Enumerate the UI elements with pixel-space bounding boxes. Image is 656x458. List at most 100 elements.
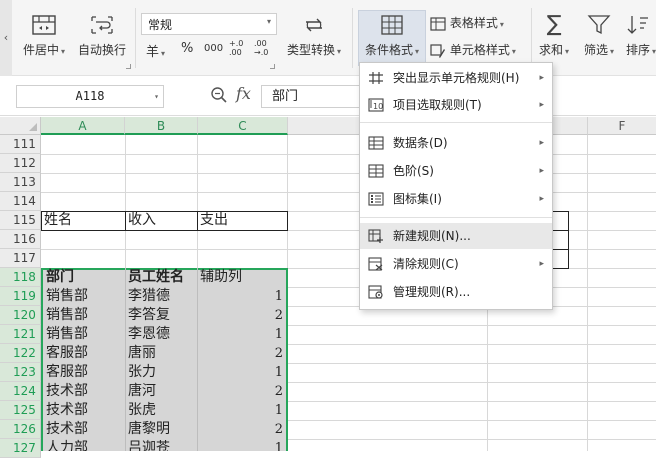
menu-item-color-scales[interactable]: 色阶(S) ▸ — [360, 158, 552, 184]
ribbon-scroll-left[interactable]: ‹ — [0, 0, 12, 76]
cell-b122[interactable]: 唐丽 — [125, 344, 197, 363]
merge-center-button[interactable]: 件居中 ▾ — [18, 14, 70, 58]
menu-item-new-rule[interactable]: 新建规则(N)... — [360, 223, 552, 249]
cell-b115[interactable]: 收入 — [125, 211, 197, 230]
row-header-122[interactable]: 122 — [0, 344, 41, 363]
cell-c126[interactable]: 2 — [197, 420, 286, 439]
menu-item-label: 色阶(S) — [393, 164, 434, 178]
ribbon-toolbar: ‹ 件居中 ▾ 自动换行 常规 ▾ 羊 ▾ % 000 +.0 .00 .00 →.… — [0, 0, 656, 76]
fx-icon[interactable]: fx — [236, 84, 251, 103]
cell-a126[interactable]: 技术部 — [43, 420, 125, 439]
menu-item-top-bottom-rules[interactable]: 10 项目选取规则(T) ▸ — [360, 92, 552, 118]
cell-b118[interactable]: 员工姓名 — [125, 268, 197, 287]
manage-rules-icon — [368, 285, 383, 299]
cell-c120[interactable]: 2 — [197, 306, 286, 325]
cell-a120[interactable]: 销售部 — [43, 306, 125, 325]
thousands-separator-button[interactable]: 000 — [204, 43, 223, 54]
cell-style-button[interactable]: 单元格样式 ▾ — [430, 41, 516, 58]
row-header-118[interactable]: 118 — [0, 268, 41, 287]
menu-item-icon-sets[interactable]: 图标集(I) ▸ — [360, 186, 552, 212]
type-convert-button[interactable]: 类型转换 ▾ — [282, 14, 346, 58]
row-header-124[interactable]: 124 — [0, 382, 41, 401]
name-box[interactable]: A118 ▾ — [16, 85, 164, 108]
clear-rules-icon — [368, 257, 383, 271]
menu-item-highlight-cells-rules[interactable]: 突出显示单元格规则(H) ▸ — [360, 65, 552, 91]
increase-decimal-button[interactable]: +.0 .00 — [229, 39, 249, 57]
grid-line — [41, 192, 656, 193]
cell-b127[interactable]: 吕迦苍 — [125, 439, 197, 451]
number-format-value: 常规 — [148, 18, 173, 32]
row-header-127[interactable]: 127 — [0, 439, 41, 458]
cell-c127[interactable]: 1 — [197, 439, 286, 451]
row-header-119[interactable]: 119 — [0, 287, 41, 306]
name-box-value: A118 — [75, 89, 105, 103]
conditional-format-menu: 突出显示单元格规则(H) ▸ 10 项目选取规则(T) ▸ 数据条(D) ▸ 色… — [359, 62, 553, 310]
number-format-select[interactable]: 常规 ▾ — [141, 13, 277, 35]
wrap-text-button[interactable]: 自动换行 — [76, 14, 128, 58]
column-header-f[interactable]: F — [588, 117, 656, 135]
currency-format-button[interactable]: 羊 ▾ — [146, 41, 165, 60]
cell-b120[interactable]: 李答复 — [125, 306, 197, 325]
cell-b121[interactable]: 李恩德 — [125, 325, 197, 344]
funnel-icon — [587, 15, 611, 35]
cell-c123[interactable]: 1 — [197, 363, 286, 382]
select-all-corner[interactable] — [0, 117, 41, 135]
row-header-126[interactable]: 126 — [0, 420, 41, 439]
cell-c118[interactable]: 辅助列 — [197, 268, 286, 287]
cell-b124[interactable]: 唐河 — [125, 382, 197, 401]
column-header-a[interactable]: A — [41, 117, 125, 135]
cell-c125[interactable]: 1 — [197, 401, 286, 420]
cell-c124[interactable]: 2 — [197, 382, 286, 401]
chevron-down-icon: ▾ — [652, 47, 656, 56]
column-header-b[interactable]: B — [125, 117, 198, 135]
cell-a121[interactable]: 销售部 — [43, 325, 125, 344]
menu-item-data-bars[interactable]: 数据条(D) ▸ — [360, 130, 552, 156]
wrap-text-label: 自动换行 — [77, 43, 126, 57]
cell-a118[interactable]: 部门 — [43, 268, 125, 287]
percent-format-button[interactable]: % — [181, 41, 193, 56]
zoom-magnifier-icon[interactable] — [210, 86, 228, 104]
cell-a122[interactable]: 客服部 — [43, 344, 125, 363]
row-header-115[interactable]: 115 — [0, 211, 41, 230]
cell-a125[interactable]: 技术部 — [43, 401, 125, 420]
cell-b126[interactable]: 唐黎明 — [125, 420, 197, 439]
cell-a119[interactable]: 销售部 — [43, 287, 125, 306]
row-header-123[interactable]: 123 — [0, 363, 41, 382]
chevron-down-icon: ▾ — [266, 17, 271, 26]
formula-input[interactable]: 部门 — [261, 85, 371, 108]
autosum-button[interactable]: ∑ 求和 ▾ — [536, 14, 572, 58]
menu-item-label: 清除规则(C) — [393, 257, 459, 271]
row-header-114[interactable]: 114 — [0, 192, 41, 211]
conditional-format-button[interactable]: 条件格式 ▾ — [359, 14, 425, 58]
row-header-113[interactable]: 113 — [0, 173, 41, 192]
row-header-121[interactable]: 121 — [0, 325, 41, 344]
cell-b125[interactable]: 张虎 — [125, 401, 197, 420]
cell-c122[interactable]: 2 — [197, 344, 286, 363]
table-style-button[interactable]: 表格样式 ▾ — [430, 14, 504, 31]
cell-a123[interactable]: 客服部 — [43, 363, 125, 382]
cell-b123[interactable]: 张力 — [125, 363, 197, 382]
row-header-120[interactable]: 120 — [0, 306, 41, 325]
row-header-117[interactable]: 117 — [0, 249, 41, 268]
cell-c119[interactable]: 1 — [197, 287, 286, 306]
row-header-125[interactable]: 125 — [0, 401, 41, 420]
row-header-112[interactable]: 112 — [0, 154, 41, 173]
cell-c115[interactable]: 支出 — [197, 211, 287, 230]
cell-a115[interactable]: 姓名 — [41, 211, 125, 230]
sort-button[interactable]: 排序 ▾ — [626, 14, 656, 58]
border-line — [552, 249, 569, 250]
cell-style-icon — [430, 43, 445, 58]
decrease-decimal-button[interactable]: .00 →.0 — [254, 39, 274, 57]
filter-button[interactable]: 筛选 ▾ — [580, 14, 618, 58]
menu-item-clear-rules[interactable]: 清除规则(C) ▸ — [360, 251, 552, 277]
menu-item-manage-rules[interactable]: 管理规则(R)... — [360, 279, 552, 305]
border-line — [552, 230, 569, 231]
cell-a124[interactable]: 技术部 — [43, 382, 125, 401]
cell-a127[interactable]: 人力部 — [43, 439, 125, 451]
row-header-116[interactable]: 116 — [0, 230, 41, 249]
row-header-111[interactable]: 111 — [0, 135, 41, 154]
column-header-c[interactable]: C — [198, 117, 288, 135]
cell-c121[interactable]: 1 — [197, 325, 286, 344]
grid-line — [41, 173, 656, 174]
cell-b119[interactable]: 李猎德 — [125, 287, 197, 306]
